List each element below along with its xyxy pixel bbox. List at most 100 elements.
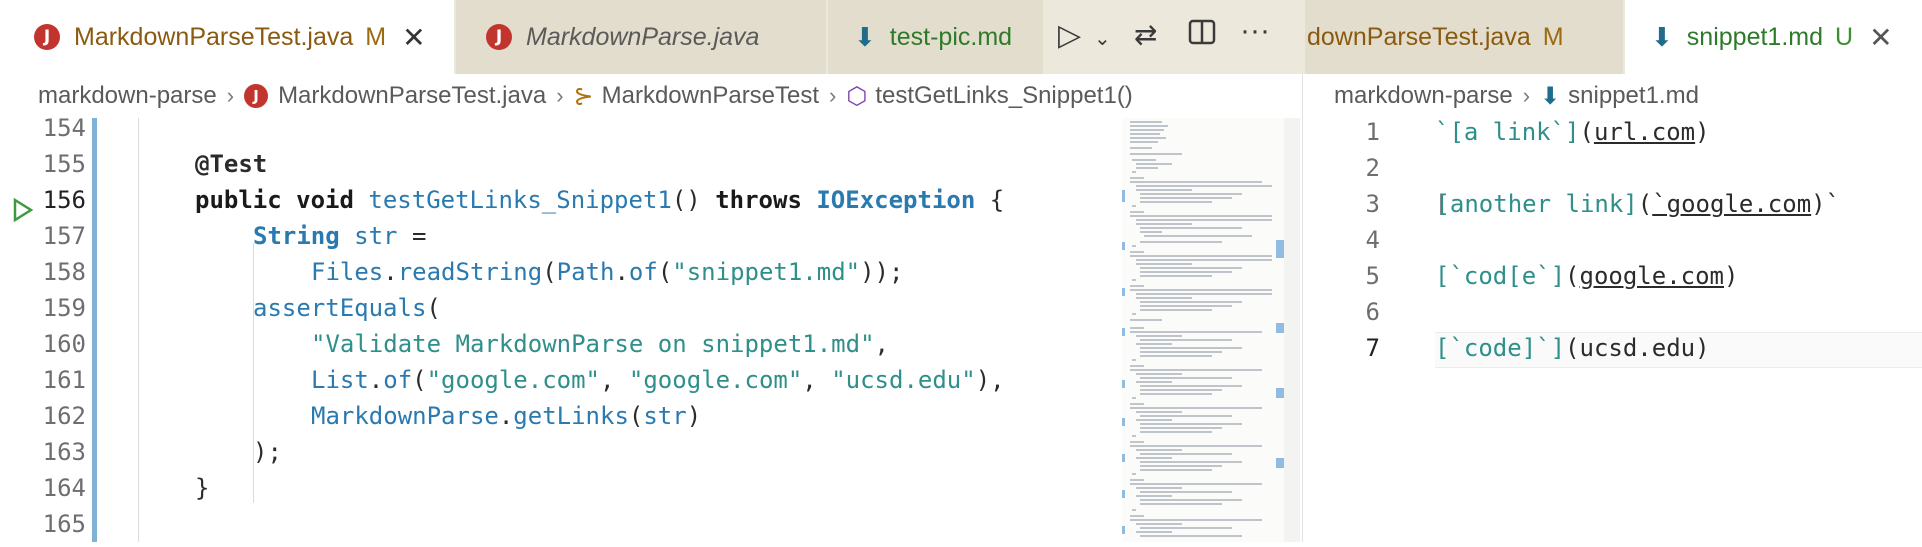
method-call: of: [628, 258, 658, 286]
compare-changes-icon[interactable]: ⇄: [1134, 18, 1157, 51]
class-name: Files: [311, 258, 384, 286]
breadcrumb-file[interactable]: MarkdownParseTest.java: [278, 82, 546, 110]
untracked-badge: U: [1835, 22, 1854, 51]
minimap[interactable]: [1122, 118, 1284, 542]
left-breadcrumb: markdown-parse › J MarkdownParseTest.jav…: [38, 74, 1133, 118]
punct: (): [671, 186, 701, 214]
code-line-163: );: [253, 438, 282, 466]
link-url: url.com: [1593, 118, 1696, 146]
left-editor[interactable]: 154 155 156 157 158 159 160 161 162 163 …: [0, 114, 1300, 542]
git-change-bar: [92, 118, 97, 542]
punct: );: [253, 438, 282, 466]
chevron-down-icon[interactable]: ⌄: [1094, 26, 1111, 51]
line-number: 163: [42, 438, 86, 466]
class-name: Path: [556, 258, 615, 286]
string-literal: "Validate MarkdownParse on snippet1.md": [311, 330, 875, 358]
scrollbar[interactable]: [1284, 118, 1300, 542]
link-url: google.com: [1579, 262, 1725, 290]
tab-snippet1-md[interactable]: ⬇ snippet1.md U ✕: [1625, 0, 1922, 74]
punct: =: [411, 222, 427, 250]
link-text: `[a link`]: [1435, 118, 1580, 146]
chevron-right-icon: ›: [556, 83, 564, 108]
link-text: [`code]`]: [1435, 334, 1566, 362]
code-line-155: @Test: [195, 150, 267, 178]
keyword: public: [195, 186, 282, 214]
variable: str: [643, 402, 687, 430]
punct: )`: [1811, 190, 1841, 218]
method-call: assertEquals: [253, 294, 427, 322]
string-literal: "ucsd.edu": [831, 366, 976, 394]
modified-badge: M: [1542, 22, 1564, 51]
annotation: @Test: [195, 150, 268, 178]
string-literal: "snippet1.md": [672, 258, 861, 286]
line-number: 154: [42, 114, 86, 142]
run-icon[interactable]: ▷: [1058, 18, 1081, 53]
right-editor[interactable]: 1 2 3 4 5 6 7 `[a link`](url.com) [[anot…: [1305, 118, 1922, 542]
line-number: 161: [42, 366, 86, 394]
code-line-157: String str =: [253, 222, 426, 250]
line-number: 5: [1365, 262, 1380, 290]
link-url: `google.com: [1652, 190, 1812, 218]
tab-test-pic-md[interactable]: ⬇ test-pic.md: [828, 0, 1043, 74]
breadcrumb-folder[interactable]: markdown-parse: [1334, 82, 1513, 110]
tab-label: MarkdownParseTest.java: [74, 22, 354, 51]
string-literal: "google.com": [628, 366, 803, 394]
markdown-file-icon: ⬇: [854, 21, 876, 52]
code-line-164: }: [195, 474, 209, 502]
markdown-file-icon: ⬇: [1540, 82, 1561, 110]
breadcrumb-folder[interactable]: markdown-parse: [38, 82, 217, 110]
string-literal: "google.com": [426, 366, 600, 394]
split-divider[interactable]: [1302, 74, 1303, 542]
line-number: 162: [42, 402, 86, 430]
variable: str: [354, 222, 398, 250]
class-icon: ⊱: [573, 82, 594, 110]
code-line-160: "Validate MarkdownParse on snippet1.md",: [311, 330, 889, 358]
method-cube-icon: ⬡: [846, 82, 868, 110]
punct: (: [426, 294, 441, 322]
more-actions-icon[interactable]: ···: [1240, 14, 1270, 48]
chevron-right-icon: ›: [1522, 83, 1531, 108]
class-name: List: [311, 366, 369, 394]
punct: {: [989, 186, 1005, 214]
code-line-161: List.of("google.com", "google.com", "ucs…: [311, 366, 1005, 394]
split-editor-icon[interactable]: [1188, 18, 1216, 54]
line-number: 155: [42, 150, 86, 178]
code-line-159: assertEquals(: [253, 294, 441, 322]
method-call: of: [383, 366, 413, 394]
indent-guide: [138, 118, 139, 542]
code-line-156: public void testGetLinks_Snippet1() thro…: [195, 186, 1004, 214]
chevron-right-icon: ›: [226, 83, 235, 108]
type-name: IOException: [816, 186, 976, 214]
class-name: MarkdownParse: [311, 402, 499, 430]
modified-badge: M: [365, 22, 387, 51]
code-line-162: MarkdownParse.getLinks(str): [311, 402, 702, 430]
breadcrumb-class[interactable]: MarkdownParseTest: [602, 82, 819, 110]
tab-label: MarkdownParse.java: [526, 22, 760, 51]
line-number: 157: [42, 222, 86, 250]
link-text: [another link]: [1435, 190, 1638, 218]
type-name: String: [253, 222, 340, 250]
java-file-icon: J: [34, 24, 60, 50]
tab-markdownparsetest-java-right[interactable]: downParseTest.java M: [1305, 0, 1623, 74]
breadcrumb-method[interactable]: testGetLinks_Snippet1(): [875, 82, 1132, 110]
line-number: 164: [42, 474, 86, 502]
tab-markdownparsetest-java[interactable]: J MarkdownParseTest.java M ✕: [0, 0, 454, 74]
md-line-5: [`cod[e`](google.com): [1435, 262, 1739, 290]
tab-label: downParseTest.java: [1307, 22, 1531, 51]
line-number: 159: [42, 294, 86, 322]
tab-markdownparse-java[interactable]: J MarkdownParse.java: [456, 0, 826, 74]
java-file-icon: J: [486, 24, 512, 50]
close-icon[interactable]: ✕: [1869, 21, 1892, 54]
line-number: 3: [1365, 190, 1380, 218]
keyword: throws: [715, 186, 802, 214]
method-call: getLinks: [513, 402, 629, 430]
punct: }: [195, 474, 210, 502]
tab-label: snippet1.md: [1686, 22, 1823, 51]
md-line-3: [[another link](`google.com)`: [1435, 190, 1841, 218]
line-number: 1: [1365, 118, 1380, 146]
breadcrumb-file[interactable]: snippet1.md: [1568, 82, 1699, 110]
line-number: 7: [1365, 334, 1380, 362]
close-icon[interactable]: ✕: [402, 21, 425, 54]
line-number: 4: [1365, 226, 1380, 254]
method-call: readString: [397, 258, 543, 286]
